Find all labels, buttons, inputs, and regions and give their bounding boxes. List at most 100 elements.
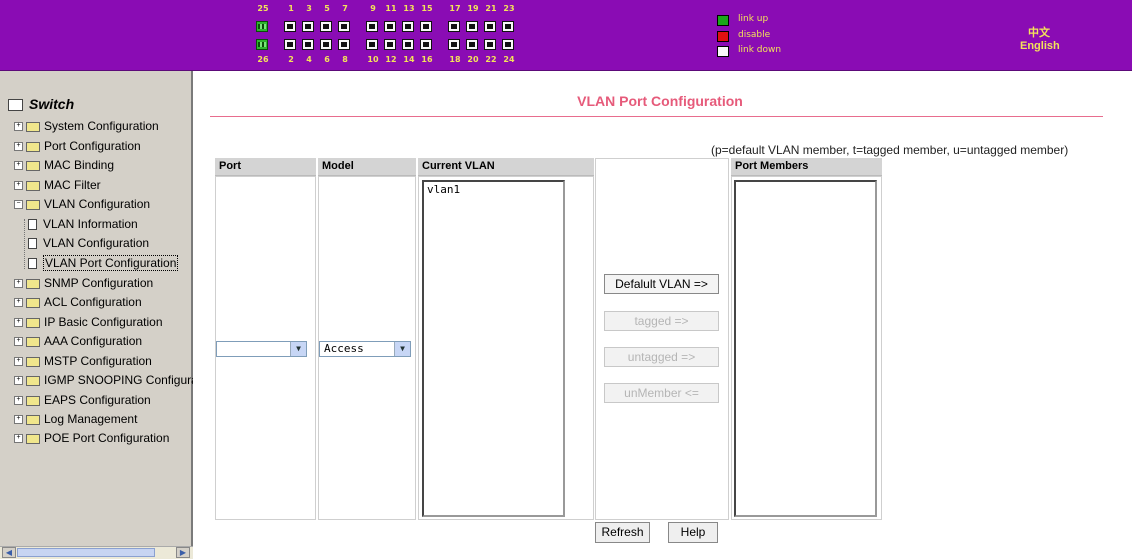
port-members-list[interactable]: [734, 180, 877, 517]
sidebar-item-label: AAA Configuration: [44, 334, 143, 348]
expand-icon[interactable]: +: [14, 298, 23, 308]
scroll-right-icon[interactable]: ▶: [176, 547, 190, 558]
sidebar-item[interactable]: + Port Configuration: [14, 137, 193, 155]
sidebar-item-label: Port Configuration: [44, 139, 141, 153]
port-icon[interactable]: [466, 39, 478, 50]
sidebar-subitem[interactable]: VLAN Configuration: [28, 234, 149, 252]
scrollbar-thumb[interactable]: [17, 548, 155, 557]
sidebar-item[interactable]: + IGMP SNOOPING Configura: [14, 371, 193, 389]
port-icon[interactable]: [384, 21, 396, 32]
port-icon[interactable]: [448, 39, 460, 50]
expand-icon[interactable]: +: [14, 337, 23, 347]
model-select[interactable]: Access ▼: [319, 341, 411, 357]
port-icon[interactable]: [284, 21, 296, 32]
port-icon[interactable]: [366, 39, 378, 50]
port-icon[interactable]: [338, 39, 350, 50]
expand-icon[interactable]: +: [14, 318, 23, 328]
sidebar-subitem-label: VLAN Configuration: [43, 236, 150, 250]
expand-icon[interactable]: +: [14, 142, 23, 152]
tree-root[interactable]: Switch: [8, 96, 74, 112]
sidebar-subitem[interactable]: VLAN Port Configuration: [28, 254, 179, 272]
sidebar-item[interactable]: + POE Port Configuration: [14, 429, 193, 447]
collapse-icon[interactable]: −: [14, 200, 23, 210]
expand-icon[interactable]: +: [14, 396, 23, 406]
sidebar-item[interactable]: + MSTP Configuration: [14, 352, 193, 370]
port-icon[interactable]: [402, 39, 414, 50]
sidebar-item[interactable]: + MAC Binding: [14, 156, 193, 174]
sidebar-item[interactable]: + AAA Configuration: [14, 332, 193, 350]
port-icon[interactable]: [448, 21, 460, 32]
port-number-label: 19: [467, 4, 479, 13]
current-vlan-list[interactable]: vlan1: [422, 180, 565, 517]
untagged-button[interactable]: untagged =>: [604, 347, 719, 367]
expand-icon[interactable]: +: [14, 434, 23, 444]
port-icon[interactable]: [256, 39, 268, 50]
help-button[interactable]: Help: [668, 522, 718, 543]
expand-icon[interactable]: +: [14, 161, 23, 171]
port-icon[interactable]: [302, 21, 314, 32]
port-icon[interactable]: [320, 39, 332, 50]
port-icon[interactable]: [502, 21, 514, 32]
sidebar-horizontal-scrollbar[interactable]: ◀ ▶: [0, 546, 193, 559]
expand-icon[interactable]: +: [14, 357, 23, 367]
port-icon[interactable]: [384, 39, 396, 50]
sidebar-item[interactable]: + ACL Configuration: [14, 293, 193, 311]
chevron-down-icon[interactable]: ▼: [290, 342, 306, 356]
english-language-link[interactable]: English: [1020, 40, 1060, 52]
sidebar-item[interactable]: + Log Management: [14, 410, 193, 428]
sidebar-item[interactable]: + MAC Filter: [14, 176, 193, 194]
folder-icon: [26, 356, 40, 367]
port-icon[interactable]: [320, 21, 332, 32]
expand-icon[interactable]: +: [14, 279, 23, 289]
sidebar-item[interactable]: + IP Basic Configuration: [14, 313, 193, 331]
expand-icon[interactable]: +: [14, 122, 23, 132]
expand-icon[interactable]: +: [14, 181, 23, 191]
port-select[interactable]: ▼: [216, 341, 307, 357]
port-icon[interactable]: [420, 39, 432, 50]
default-vlan-button[interactable]: Defalult VLAN =>: [604, 274, 719, 294]
sidebar-item[interactable]: + System Configuration: [14, 117, 193, 135]
chinese-language-link[interactable]: 中文: [1028, 24, 1050, 40]
sidebar-item-label: POE Port Configuration: [44, 431, 170, 445]
port-number-label: 14: [403, 55, 415, 64]
membership-legend-note: (p=default VLAN member, t=tagged member,…: [711, 143, 1069, 157]
port-icon[interactable]: [284, 39, 296, 50]
current-vlan-items: vlan1: [427, 183, 560, 196]
port-icon[interactable]: [338, 21, 350, 32]
port-number-label: 8: [342, 55, 348, 64]
port-icon[interactable]: [402, 21, 414, 32]
port-icon[interactable]: [256, 21, 268, 32]
model-select-value: Access: [324, 342, 364, 355]
port-number-label: 24: [503, 55, 515, 64]
page-icon: [28, 238, 37, 250]
tagged-button[interactable]: tagged =>: [604, 311, 719, 331]
sidebar-subitem-label: VLAN Port Configuration: [43, 255, 179, 271]
tree-root-label: Switch: [29, 96, 75, 112]
disable-label: disable: [738, 30, 771, 40]
port-icon[interactable]: [484, 21, 496, 32]
port-icon[interactable]: [466, 21, 478, 32]
port-icon[interactable]: [484, 39, 496, 50]
sidebar-item[interactable]: + EAPS Configuration: [14, 391, 193, 409]
sidebar-subitem[interactable]: VLAN Information: [28, 215, 138, 233]
port-icon[interactable]: [502, 39, 514, 50]
model-column-header: Model: [318, 158, 416, 176]
folder-icon: [26, 141, 40, 152]
scroll-left-icon[interactable]: ◀: [2, 547, 16, 558]
port-number-label: 6: [324, 55, 330, 64]
port-number-label: 10: [367, 55, 379, 64]
expand-icon[interactable]: +: [14, 376, 23, 386]
refresh-button[interactable]: Refresh: [595, 522, 650, 543]
sidebar-item[interactable]: + SNMP Configuration: [14, 274, 193, 292]
port-icon[interactable]: [420, 21, 432, 32]
unmember-button[interactable]: unMember <=: [604, 383, 719, 403]
buttons-column-body: [595, 158, 729, 520]
port-icon[interactable]: [302, 39, 314, 50]
chevron-down-icon[interactable]: ▼: [394, 342, 410, 356]
vlan-list-item[interactable]: vlan1: [427, 183, 560, 196]
sidebar-item[interactable]: − VLAN Configuration: [14, 195, 193, 213]
port-number-label: 21: [485, 4, 497, 13]
expand-icon[interactable]: +: [14, 415, 23, 425]
port-icon[interactable]: [366, 21, 378, 32]
port-number-label: 15: [421, 4, 433, 13]
